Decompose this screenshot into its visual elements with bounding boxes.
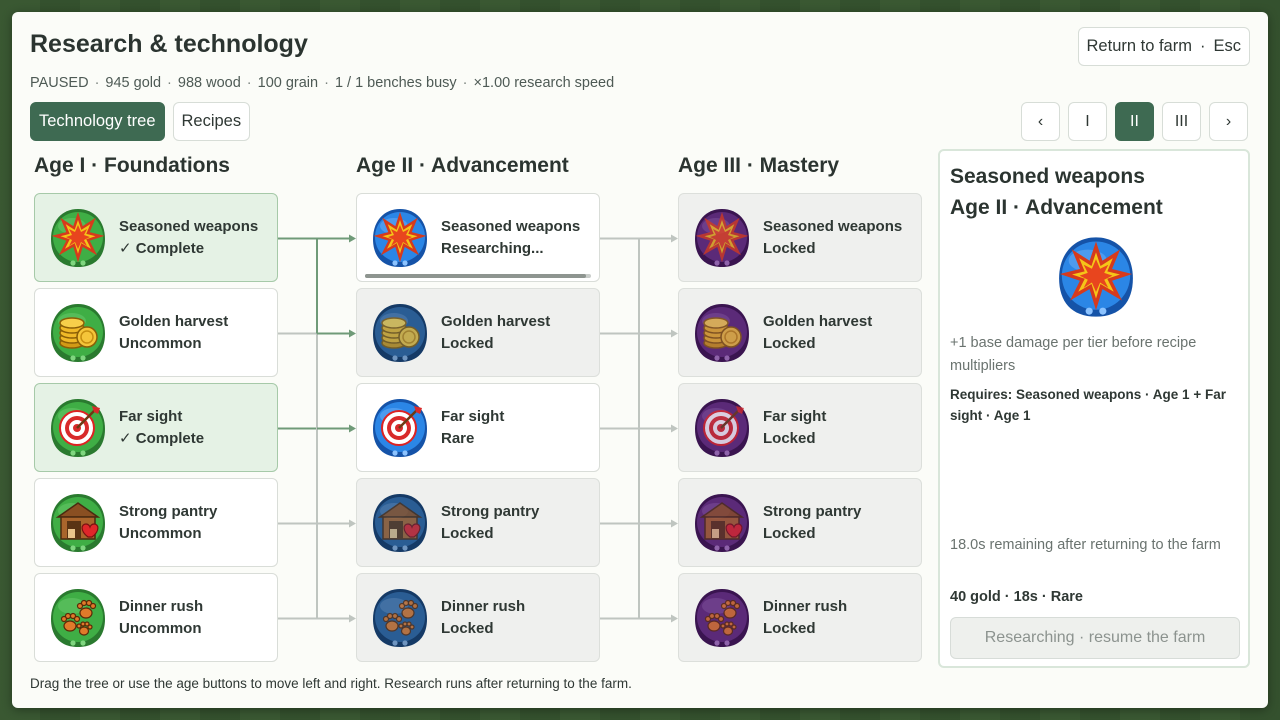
tech-status: Uncommon <box>119 619 202 637</box>
gold-coins-icon <box>51 303 105 362</box>
age-column-title: Age II · Advancement <box>356 154 569 177</box>
tech-status: Rare <box>441 429 475 447</box>
explosion-icon <box>1059 237 1133 317</box>
tech-card-far-sight[interactable]: Far sight Locked <box>678 383 922 472</box>
tech-card-far-sight[interactable]: Far sight ✓ Complete <box>34 383 278 472</box>
research-progress-fill <box>365 274 587 278</box>
tech-card-seasoned-weapons[interactable]: Seasoned weapons Locked <box>678 193 922 282</box>
tech-name: Far sight <box>763 407 827 425</box>
tech-card-seasoned-weapons[interactable]: Seasoned weapons Researching... <box>356 193 600 282</box>
detail-cost: 40 gold · 18s · Rare <box>950 589 1083 605</box>
tech-card-golden-harvest[interactable]: Golden harvest Uncommon <box>34 288 278 377</box>
tech-status: Researching... <box>441 239 544 257</box>
paw-prints-icon <box>51 588 105 647</box>
tech-status: Locked <box>441 334 494 352</box>
tech-name: Strong pantry <box>441 502 540 520</box>
tech-name: Seasoned weapons <box>441 217 581 235</box>
separator-dot: · <box>1199 37 1206 55</box>
detail-panel: Seasoned weapons Age II · Advancement +1… <box>938 149 1250 668</box>
tech-name: Strong pantry <box>119 502 218 520</box>
tech-card-seasoned-weapons[interactable]: Seasoned weapons ✓ Complete <box>34 193 278 282</box>
help-hint: Drag the tree or use the age buttons to … <box>30 676 632 691</box>
tech-name: Golden harvest <box>441 312 551 330</box>
tech-card-golden-harvest[interactable]: Golden harvest Locked <box>356 288 600 377</box>
tech-card-dinner-rush[interactable]: Dinner rush Locked <box>356 573 600 662</box>
age-3-button[interactable]: III <box>1162 102 1201 141</box>
tech-card-strong-pantry[interactable]: Strong pantry Locked <box>678 478 922 567</box>
research-progress-bar <box>365 274 591 278</box>
paw-prints-icon <box>695 588 749 647</box>
age-2-button[interactable]: II <box>1115 102 1154 141</box>
target-icon <box>51 398 105 457</box>
age-navigation: ‹ I II III › <box>1021 102 1248 141</box>
age-column-title: Age I · Foundations <box>34 154 230 177</box>
tech-status: ✓ Complete <box>119 239 205 257</box>
tech-name: Dinner rush <box>119 597 204 615</box>
tech-card-dinner-rush[interactable]: Dinner rush Locked <box>678 573 922 662</box>
explosion-icon <box>51 208 105 267</box>
research-panel: Research & technology PAUSED · 945 gold · 98… <box>12 12 1268 708</box>
gold-coins-icon <box>695 303 749 362</box>
shortcut-key: Esc <box>1213 37 1241 55</box>
tech-status: Uncommon <box>119 334 202 352</box>
tech-name: Strong pantry <box>763 502 862 520</box>
tech-status: Locked <box>763 524 816 542</box>
tech-name: Golden harvest <box>119 312 229 330</box>
tech-status: Uncommon <box>119 524 202 542</box>
tech-status: Locked <box>763 619 816 637</box>
return-to-farm-button[interactable]: Return to farm · Esc <box>1077 27 1250 66</box>
tech-name: Seasoned weapons <box>763 217 903 235</box>
pantry-icon <box>695 493 749 552</box>
target-icon <box>695 398 749 457</box>
tech-card-strong-pantry[interactable]: Strong pantry Locked <box>356 478 600 567</box>
tech-status: Locked <box>441 524 494 542</box>
detail-description: +1 base damage per tier before recipe mu… <box>950 335 1197 374</box>
tech-name: Dinner rush <box>763 597 848 615</box>
tech-status: Locked <box>763 239 816 257</box>
tech-card-far-sight[interactable]: Far sight Rare <box>356 383 600 472</box>
tech-name: Dinner rush <box>441 597 526 615</box>
detail-requirements: Requires: Seasoned weapons · Age 1 + Far… <box>950 387 1226 423</box>
pantry-icon <box>373 493 427 552</box>
pantry-icon <box>51 493 105 552</box>
paw-prints-icon <box>373 588 427 647</box>
detail-subtitle: Age II · Advancement <box>950 196 1163 219</box>
tech-status: ✓ Complete <box>119 429 205 447</box>
next-age-button[interactable]: › <box>1209 102 1248 141</box>
tech-name: Far sight <box>441 407 505 425</box>
age-column-title: Age III · Mastery <box>678 154 840 177</box>
explosion-icon <box>373 208 427 267</box>
age-1-button[interactable]: I <box>1068 102 1107 141</box>
detail-remaining: 18.0s remaining after returning to the f… <box>950 537 1221 553</box>
tech-status: Locked <box>763 334 816 352</box>
return-label: Return to farm <box>1086 37 1192 55</box>
tech-card-golden-harvest[interactable]: Golden harvest Locked <box>678 288 922 377</box>
prev-age-button[interactable]: ‹ <box>1021 102 1060 141</box>
explosion-icon <box>695 208 749 267</box>
tech-card-dinner-rush[interactable]: Dinner rush Uncommon <box>34 573 278 662</box>
target-icon <box>373 398 427 457</box>
tech-name: Seasoned weapons <box>119 217 259 235</box>
detail-title: Seasoned weapons <box>950 165 1145 188</box>
tech-status: Locked <box>763 429 816 447</box>
gold-coins-icon <box>373 303 427 362</box>
tech-card-strong-pantry[interactable]: Strong pantry Uncommon <box>34 478 278 567</box>
research-action-button[interactable]: Researching · resume the farm <box>950 617 1240 659</box>
tech-name: Golden harvest <box>763 312 873 330</box>
tech-status: Locked <box>441 619 494 637</box>
tech-name: Far sight <box>119 407 183 425</box>
